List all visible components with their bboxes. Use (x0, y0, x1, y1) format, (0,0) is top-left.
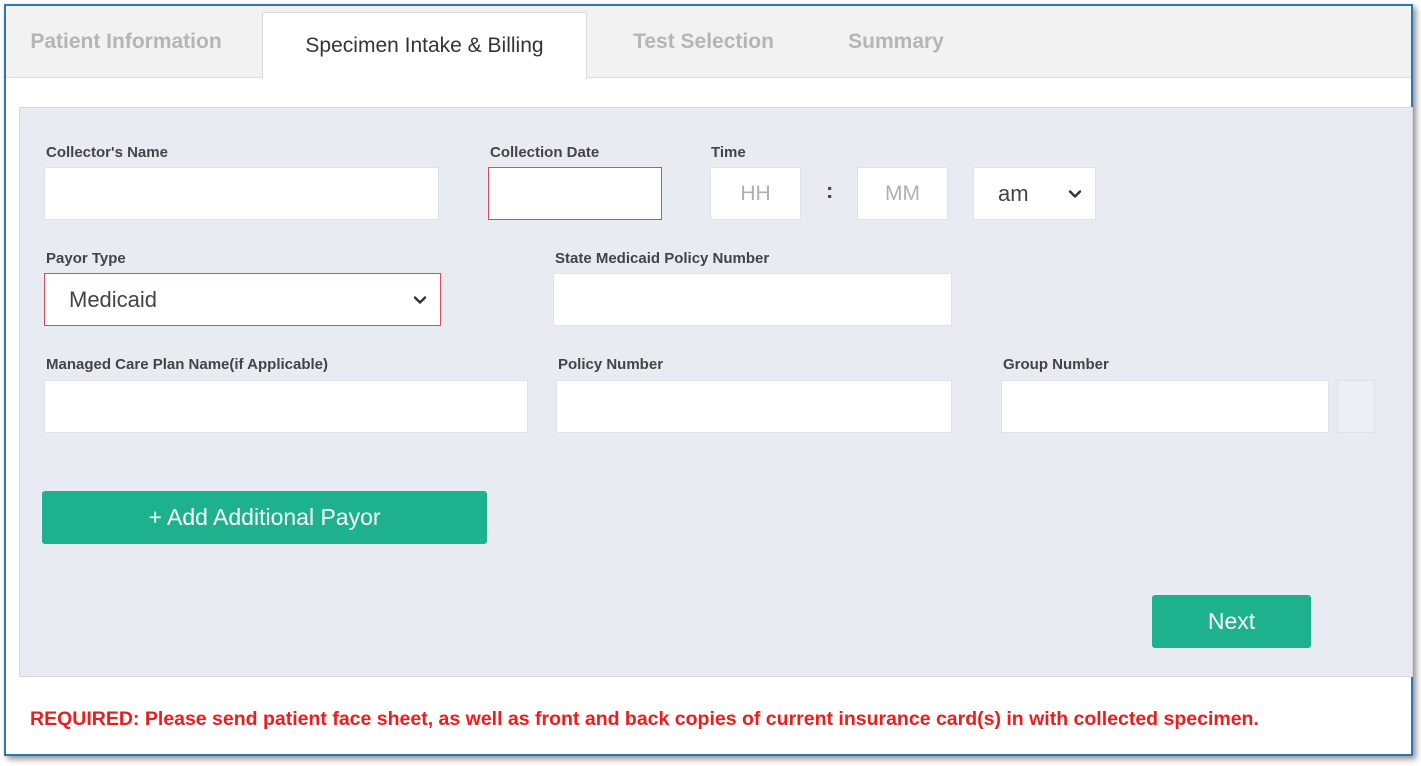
group-number-label: Group Number (1003, 356, 1109, 373)
collection-date-input[interactable] (488, 167, 662, 220)
state-medicaid-label: State Medicaid Policy Number (555, 250, 770, 267)
chevron-down-icon (1068, 189, 1082, 198)
tab-specimen-intake-billing[interactable]: Specimen Intake & Billing (262, 12, 587, 79)
payor-type-value: Medicaid (69, 286, 158, 312)
managed-care-input[interactable] (44, 380, 528, 433)
tab-test-selection[interactable]: Test Selection (616, 6, 791, 78)
collection-date-label: Collection Date (490, 144, 600, 161)
policy-number-label: Policy Number (558, 356, 664, 373)
managed-care-label: Managed Care Plan Name(if Applicable) (46, 356, 329, 373)
tab-patient-information[interactable]: Patient Information (6, 6, 246, 78)
tab-bar: Patient Information Specimen Intake & Bi… (6, 6, 1411, 79)
app-window: Patient Information Specimen Intake & Bi… (4, 4, 1413, 756)
state-medicaid-input[interactable] (553, 273, 952, 326)
specimen-billing-form: Collector's Name Collection Date Time HH… (19, 107, 1413, 677)
ampm-select[interactable]: am (973, 167, 1096, 220)
required-notice: REQUIRED: Please send patient face sheet… (30, 708, 1259, 730)
collector-name-label: Collector's Name (46, 144, 168, 161)
hour-input[interactable]: HH (710, 167, 801, 220)
time-separator: : (826, 178, 834, 203)
policy-number-input[interactable] (556, 380, 952, 433)
chevron-down-icon (413, 295, 427, 304)
add-additional-payor-button[interactable]: + Add Additional Payor (42, 491, 487, 544)
ampm-value: am (998, 180, 1029, 206)
group-number-addon (1337, 380, 1375, 433)
minute-input[interactable]: MM (857, 167, 948, 220)
payor-type-label: Payor Type (46, 250, 126, 267)
next-button[interactable]: Next (1152, 595, 1311, 648)
time-label: Time (711, 144, 746, 161)
tab-summary[interactable]: Summary (826, 6, 966, 78)
collector-name-input[interactable] (44, 167, 439, 220)
payor-type-select[interactable]: Medicaid (44, 273, 441, 326)
group-number-input[interactable] (1001, 380, 1329, 433)
